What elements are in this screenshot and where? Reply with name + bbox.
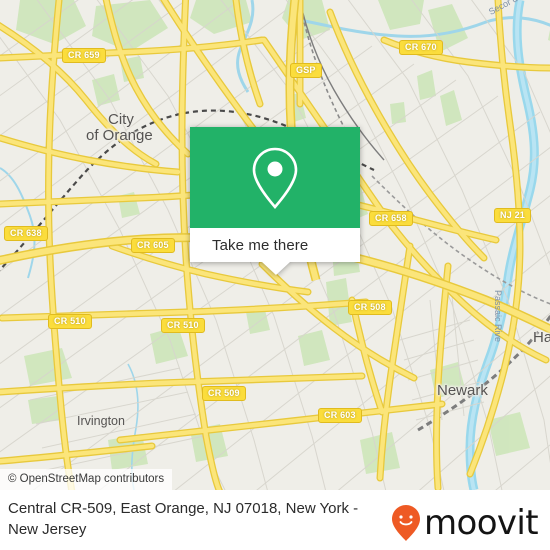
popup-header: [190, 127, 360, 228]
road-shield: CR 508: [348, 300, 392, 315]
road-shield: CR 510: [161, 318, 205, 333]
road-shield: CR 603: [318, 408, 362, 423]
road-shield: NJ 21: [494, 208, 532, 223]
caption-bar: Central CR-509, East Orange, NJ 07018, N…: [0, 490, 550, 550]
take-me-there-label: Take me there: [212, 236, 309, 254]
road-shield: GSP: [290, 63, 322, 78]
popup-pointer-triangle: [262, 262, 290, 275]
moovit-wordmark: moovit: [423, 503, 539, 543]
map-pin-icon: [252, 147, 298, 209]
road-shield: CR 605: [131, 238, 175, 253]
road-shield: CR 658: [369, 211, 413, 226]
place-label: of Orange: [86, 127, 153, 144]
road-shield: CR 670: [399, 40, 443, 55]
place-label: City: [108, 111, 134, 128]
destination-popup-card[interactable]: Take me there: [190, 127, 360, 275]
road-shield: CR 659: [62, 48, 106, 63]
take-me-there-button[interactable]: Take me there: [190, 228, 360, 262]
moovit-smiley-pin-icon: [391, 505, 420, 541]
place-label: Ha: [533, 329, 550, 346]
osm-attribution[interactable]: © OpenStreetMap contributors: [0, 469, 173, 490]
road-shield: CR 638: [4, 226, 48, 241]
map-canvas[interactable]: CR 659 CR 670 GSP CR 638 CR 605 CR 658 NJ 21 CR…: [0, 0, 550, 490]
water-label: Passaic Rive: [493, 290, 503, 343]
road-shield: CR 510: [48, 314, 92, 329]
place-label: Irvington: [77, 414, 125, 428]
moovit-logo[interactable]: moovit: [391, 498, 542, 542]
place-label: Newark: [437, 382, 488, 399]
location-caption: Central CR-509, East Orange, NJ 07018, N…: [8, 500, 359, 538]
road-shield: CR 509: [202, 386, 246, 401]
